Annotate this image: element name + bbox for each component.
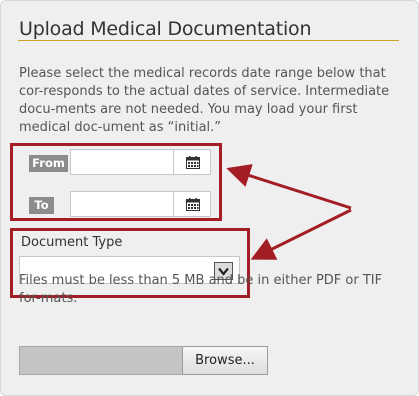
arrow-to-document-type: [250, 208, 352, 260]
arrow-to-date-range: [226, 164, 352, 210]
annotation-arrows: [226, 164, 352, 260]
